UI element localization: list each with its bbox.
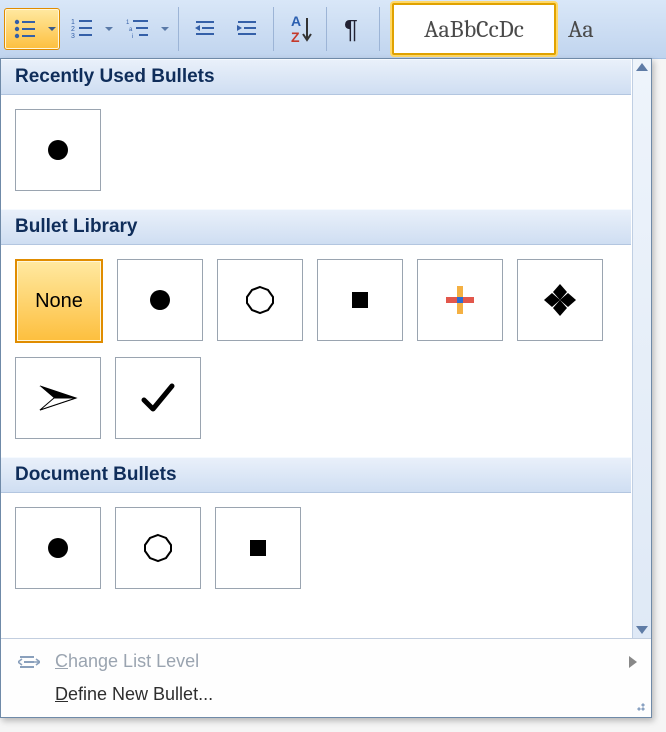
bullets-icon xyxy=(5,9,45,49)
menu-change-list-level: CChange List Levelhange List Level xyxy=(1,645,651,678)
section-header-recent: Recently Used Bullets xyxy=(1,59,631,95)
show-paragraph-marks-button[interactable]: ¶ xyxy=(333,9,373,49)
check-icon xyxy=(138,378,178,418)
menu-define-new-bullet[interactable]: DDefine New Bullet...efine New Bullet... xyxy=(1,678,651,711)
disc-icon xyxy=(42,532,74,564)
tiles-recent xyxy=(1,95,631,209)
bullet-tile-four-diamonds[interactable] xyxy=(517,259,603,341)
bullet-tile-arrowhead[interactable] xyxy=(15,357,101,439)
submenu-arrow-icon xyxy=(629,656,637,668)
svg-text:¶: ¶ xyxy=(344,14,358,44)
multilevel-list-split-button[interactable]: 1 a i xyxy=(118,9,172,49)
bullets-gallery-body: Recently Used Bullets Bullet Library Non… xyxy=(1,59,651,638)
gallery-scrollbar[interactable] xyxy=(632,59,651,638)
numbering-split-button[interactable]: 1 2 3 xyxy=(62,9,116,49)
svg-text:2: 2 xyxy=(71,26,75,33)
svg-text:i: i xyxy=(132,34,133,40)
style-swatch-next[interactable]: Aa xyxy=(564,5,604,53)
bullets-gallery-panel: Recently Used Bullets Bullet Library Non… xyxy=(0,58,652,718)
menu-label: DDefine New Bullet...efine New Bullet... xyxy=(55,684,213,705)
svg-text:1: 1 xyxy=(126,20,130,26)
svg-text:3: 3 xyxy=(71,33,75,40)
scroll-up-arrow[interactable] xyxy=(636,63,648,71)
numbering-icon: 1 2 3 xyxy=(62,9,102,49)
gallery-footer-menu: CChange List Levelhange List Level DDefi… xyxy=(1,638,651,717)
ribbon-separator xyxy=(379,7,380,51)
bullets-split-button[interactable] xyxy=(4,8,60,50)
section-header-document: Document Bullets xyxy=(1,457,631,493)
square-icon xyxy=(243,533,273,563)
menu-label: CChange List Levelhange List Level xyxy=(55,651,199,672)
circle-icon xyxy=(141,531,175,565)
tiles-document xyxy=(1,493,631,607)
svg-text:a: a xyxy=(129,27,133,33)
bullet-tile-circle[interactable] xyxy=(217,259,303,341)
arrowhead-icon xyxy=(36,380,80,416)
style-swatch-normal[interactable]: AaBbCcDc xyxy=(392,3,556,55)
bullet-tile-circle[interactable] xyxy=(115,507,201,589)
style-preview-text: Aa xyxy=(568,15,594,43)
change-list-level-icon xyxy=(15,653,43,671)
numbering-dropdown-arrow[interactable] xyxy=(102,9,116,49)
bullets-dropdown-arrow[interactable] xyxy=(45,9,59,49)
increase-indent-button[interactable] xyxy=(227,9,267,49)
circle-icon xyxy=(243,283,277,317)
bullet-tile-disc[interactable] xyxy=(15,109,101,191)
diamond4-icon xyxy=(540,280,580,320)
multilevel-list-icon: 1 a i xyxy=(118,9,158,49)
bullet-tile-disc[interactable] xyxy=(15,507,101,589)
bullet-tile-disc[interactable] xyxy=(117,259,203,341)
bullet-tile-square[interactable] xyxy=(215,507,301,589)
svg-text:1: 1 xyxy=(71,19,75,26)
bullet-tile-square[interactable] xyxy=(317,259,403,341)
styles-gallery[interactable]: AaBbCcDc Aa xyxy=(392,3,604,55)
scroll-down-arrow[interactable] xyxy=(636,626,648,634)
svg-text:A: A xyxy=(291,13,301,29)
bullet-tile-color-plus[interactable] xyxy=(417,259,503,341)
ribbon-separator xyxy=(273,7,274,51)
ribbon-paragraph-group: 1 2 3 1 a i xyxy=(0,0,666,59)
bullet-tile-none[interactable]: None xyxy=(15,259,103,343)
tiles-library: None xyxy=(1,245,631,457)
multilevel-dropdown-arrow[interactable] xyxy=(158,9,172,49)
plus-color-icon xyxy=(442,282,478,318)
none-label: None xyxy=(35,290,83,313)
style-preview-text: AaBbCcDc xyxy=(424,15,524,43)
ribbon-separator xyxy=(178,7,179,51)
disc-icon xyxy=(144,284,176,316)
bullet-tile-check[interactable] xyxy=(115,357,201,439)
sort-button[interactable]: A Z xyxy=(280,9,320,49)
svg-text:Z: Z xyxy=(291,29,300,45)
section-header-library: Bullet Library xyxy=(1,209,631,245)
decrease-indent-button[interactable] xyxy=(185,9,225,49)
disc-icon xyxy=(42,134,74,166)
ribbon-separator xyxy=(326,7,327,51)
resize-grip[interactable] xyxy=(633,699,647,713)
square-icon xyxy=(345,285,375,315)
